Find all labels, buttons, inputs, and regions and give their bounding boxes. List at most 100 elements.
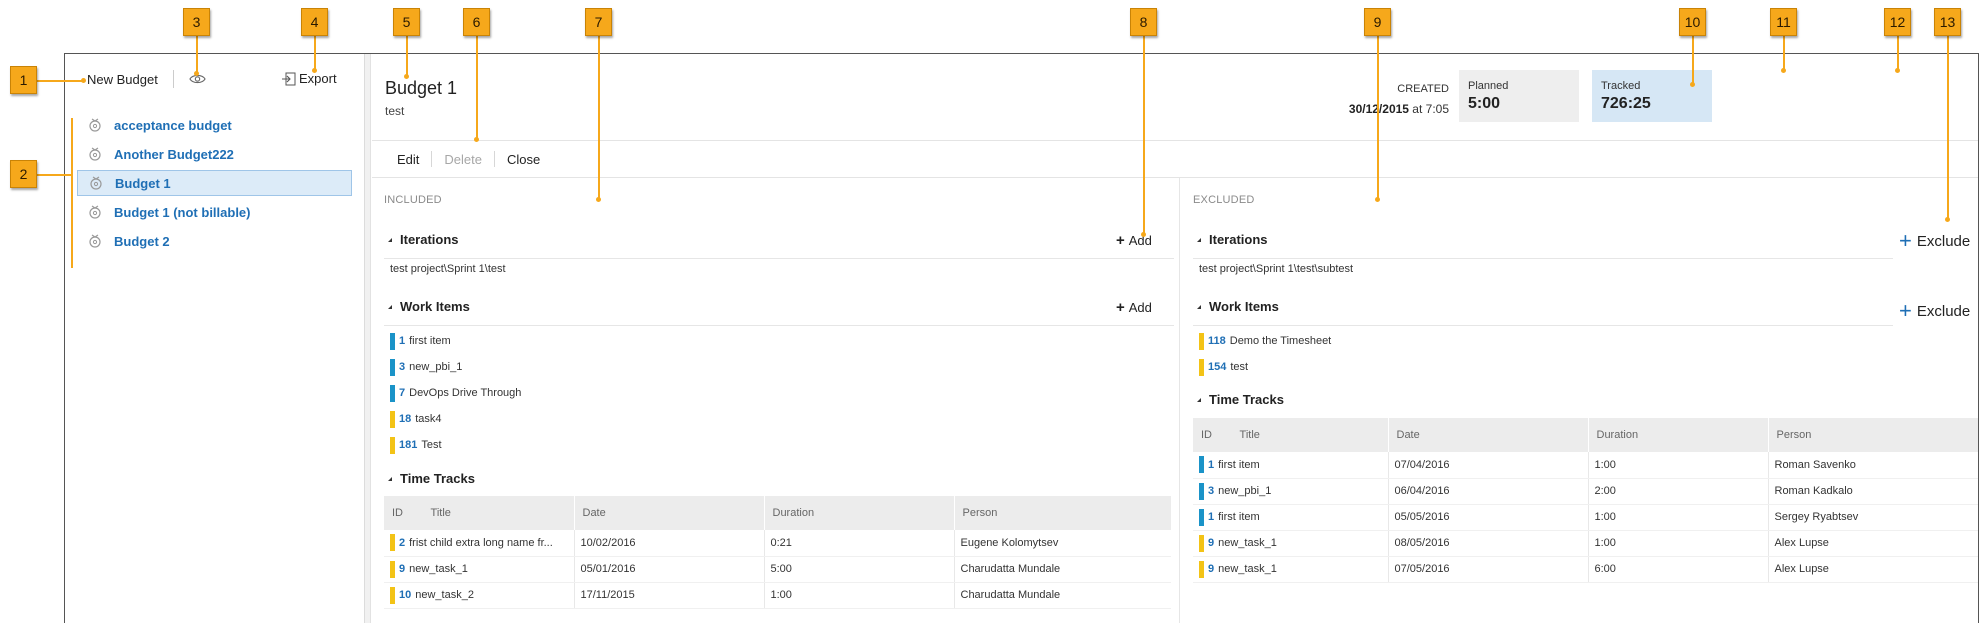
table-row[interactable]: 3 new_pbi_1 06/04/2016 2:00 Roman Kadkalo [1193,478,1978,505]
work-item-id[interactable]: 118 [1208,335,1226,347]
work-item-id[interactable]: 18 [399,413,411,425]
work-item-type-bar [1199,508,1204,526]
column-header-person[interactable]: Person [1768,418,1978,452]
callout-badge-11: 11 [1770,8,1797,36]
time-track-date: 05/01/2016 [574,556,765,583]
work-item-row[interactable]: 7 DevOps Drive Through [390,384,521,402]
callout-badge-7: 7 [585,8,612,36]
excluded-heading: EXCLUDED [1193,194,1255,206]
column-header-person[interactable]: Person [954,496,1171,530]
excluded-work-items-header[interactable]: Work Items [1197,299,1279,314]
edit-button[interactable]: Edit [397,152,431,167]
add-work-item-button[interactable]: + Add [1116,299,1152,316]
work-item-id[interactable]: 1 [1208,459,1214,471]
budget-icon [89,234,101,248]
sidebar-splitter[interactable] [365,54,371,623]
budget-list-item[interactable]: Another Budget222 [77,141,352,167]
column-header-id[interactable]: ID [392,507,403,519]
time-track-duration: 1:00 [1588,452,1769,479]
budget-list-item-selected[interactable]: Budget 1 [77,170,352,196]
column-header-id-title[interactable]: ID Title [384,496,575,530]
section-divider [384,258,1174,259]
add-label: Add [1128,300,1152,315]
work-item-type-bar [390,586,395,604]
table-row[interactable]: 10 new_task_2 17/11/2015 1:00 Charudatta … [384,582,1171,609]
work-item-id[interactable]: 9 [1208,563,1214,575]
excluded-iterations-header[interactable]: Iterations [1197,232,1268,247]
exclude-iteration-button[interactable]: + Exclude [1899,230,1970,252]
callout-line-2 [37,174,71,176]
callout-dot-6 [474,137,479,142]
column-header-duration[interactable]: Duration [1588,418,1769,452]
budget-list-item[interactable]: Budget 2 [77,228,352,254]
tracked-box: Tracked 726:25 [1592,70,1712,122]
work-item-id[interactable]: 9 [1208,537,1214,549]
time-track-date: 06/04/2016 [1388,478,1589,505]
callout-dot-4 [312,68,317,73]
budget-list-item[interactable]: acceptance budget [77,112,352,138]
work-item-title: new_task_1 [1218,537,1277,549]
work-item-row[interactable]: 1 first item [390,332,451,350]
table-row[interactable]: 9 new_task_1 08/05/2016 1:00 Alex Lupse [1193,530,1978,557]
column-header-id-title[interactable]: ID Title [1193,418,1389,452]
column-header-date[interactable]: Date [1388,418,1589,452]
work-item-id[interactable]: 1 [399,335,405,347]
work-item-title: first item [409,335,451,347]
plus-icon: + [1116,299,1125,316]
work-item-type-bar [1199,534,1204,552]
callout-line-10 [1692,36,1694,84]
time-track-date: 07/05/2016 [1388,556,1589,583]
table-row[interactable]: 9 new_task_1 07/05/2016 6:00 Alex Lupse [1193,556,1978,583]
callout-badge-8: 8 [1130,8,1157,36]
column-header-date[interactable]: Date [574,496,765,530]
work-item-id[interactable]: 154 [1208,361,1226,373]
work-item-row[interactable]: 18 task4 [390,410,442,428]
included-time-tracks-header[interactable]: Time Tracks [388,471,475,486]
budget-name: Budget 1 (not billable) [114,204,251,220]
column-header-title[interactable]: Title [1240,429,1260,441]
tracked-label: Tracked [1601,80,1641,92]
work-item-id[interactable]: 10 [399,589,411,601]
column-header-id[interactable]: ID [1201,429,1212,441]
exclude-work-item-button[interactable]: + Exclude [1899,300,1970,322]
work-item-id[interactable]: 181 [399,439,417,451]
work-item-row[interactable]: 154 test [1199,358,1248,376]
work-item-id[interactable]: 7 [399,387,405,399]
work-item-id[interactable]: 9 [399,563,405,575]
excluded-time-tracks-header[interactable]: Time Tracks [1197,392,1284,407]
work-item-id[interactable]: 3 [399,361,405,373]
work-item-id[interactable]: 2 [399,537,405,549]
time-track-duration: 0:21 [764,530,955,557]
column-header-duration[interactable]: Duration [764,496,955,530]
included-iterations-header[interactable]: Iterations [388,232,459,247]
add-iteration-button[interactable]: + Add [1116,232,1152,249]
section-divider [384,325,1174,326]
work-item-row[interactable]: 3 new_pbi_1 [390,358,462,376]
work-item-row[interactable]: 118 Demo the Timesheet [1199,332,1331,350]
table-row[interactable]: 9 new_task_1 05/01/2016 5:00 Charudatta M… [384,556,1171,583]
table-row[interactable]: 2 frist child extra long name fr... 10/02… [384,530,1171,557]
work-item-type-bar [1199,358,1204,376]
budget-sidebar: New Budget Export acceptance budget Anot… [65,54,365,623]
callout-dot-3 [194,71,199,76]
section-divider [1193,325,1893,326]
export-button[interactable]: Export [281,71,337,86]
new-budget-button[interactable]: New Budget [87,72,158,87]
delete-button[interactable]: Delete [432,152,494,167]
included-pane: INCLUDED Iterations + Add test project\Sp… [372,178,1180,623]
table-row[interactable]: 1 first item 07/04/2016 1:00 Roman Savenk… [1193,452,1978,479]
work-item-id[interactable]: 3 [1208,485,1214,497]
callout-badge-13: 13 [1934,8,1961,36]
budget-list-item[interactable]: Budget 1 (not billable) [77,199,352,225]
close-button[interactable]: Close [495,152,552,167]
work-item-id[interactable]: 1 [1208,511,1214,523]
column-header-title[interactable]: Title [431,507,451,519]
callout-badge-5: 5 [393,8,420,36]
collapse-icon [388,476,392,481]
included-work-items-header[interactable]: Work Items [388,299,470,314]
work-item-row[interactable]: 181 Test [390,436,442,454]
table-row[interactable]: 1 first item 05/05/2016 1:00 Sergey Ryabt… [1193,504,1978,531]
work-item-type-bar [390,358,395,376]
excluded-pane: EXCLUDED Iterations + Exclude test projec… [1181,178,1978,623]
time-track-date: 07/04/2016 [1388,452,1589,479]
